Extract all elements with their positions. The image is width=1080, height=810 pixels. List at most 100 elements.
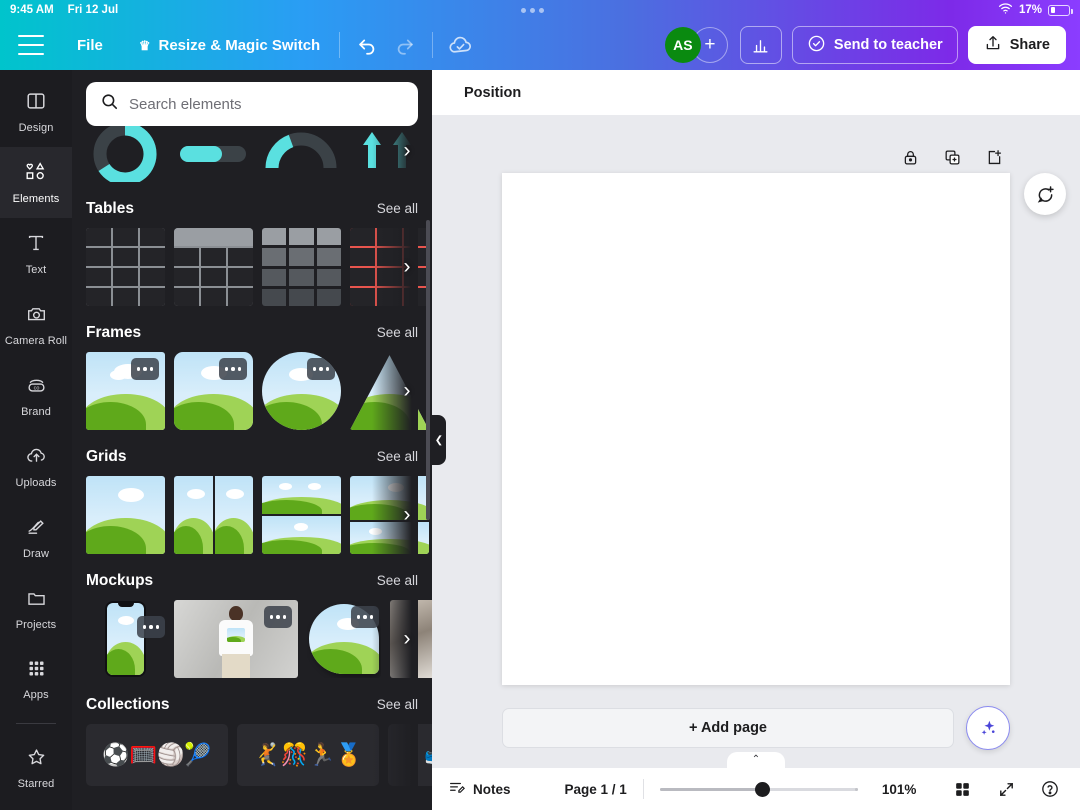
chevron-right-icon[interactable]: › — [394, 626, 420, 652]
sidebar-item-elements[interactable]: Elements — [0, 147, 72, 218]
add-page-row: + Add page — [502, 706, 1010, 750]
duplicate-page-icon[interactable] — [938, 143, 966, 171]
position-button[interactable]: Position — [454, 79, 531, 107]
help-icon[interactable] — [1036, 775, 1064, 803]
sidebar-item-text[interactable]: Text — [0, 218, 72, 289]
avatar[interactable]: AS — [665, 27, 701, 63]
chevron-right-icon[interactable]: › — [394, 254, 420, 280]
table-thumb-header[interactable] — [174, 228, 253, 306]
mockups-row[interactable]: › — [86, 600, 418, 678]
chevron-right-icon[interactable]: › — [394, 138, 418, 164]
mockup-thumb-sticker[interactable] — [307, 600, 381, 678]
see-all-frames[interactable]: See all — [377, 325, 418, 340]
os-status-bar: 9:45 AM Fri 12 Jul 17% — [0, 0, 1080, 20]
sidebar-item-brand[interactable]: co Brand — [0, 360, 72, 431]
add-page-button[interactable]: + Add page — [502, 708, 954, 748]
bar-chart-icon[interactable] — [740, 26, 782, 64]
elements-scroll-area[interactable]: › Tables See all — [72, 70, 432, 810]
collection-thumb-2[interactable]: 🤾🎊🏃🏅 — [237, 724, 379, 786]
search-container — [86, 82, 418, 126]
redo-icon[interactable] — [386, 26, 424, 64]
panel-collapse-button[interactable]: ❮ — [432, 415, 446, 465]
cloud-check-icon[interactable] — [441, 26, 479, 64]
page-tools — [896, 143, 1008, 171]
send-to-teacher-button[interactable]: Send to teacher — [792, 26, 958, 64]
notes-label: Notes — [473, 782, 511, 797]
expand-icon[interactable] — [992, 775, 1020, 803]
context-toolbar: Position — [432, 70, 1080, 115]
magic-sparkle-icon[interactable] — [966, 706, 1010, 750]
zoom-level[interactable]: 101% — [882, 782, 917, 797]
sidebar-item-projects[interactable]: Projects — [0, 573, 72, 644]
collection-thumb-1[interactable]: ⚽🥅🏐🎾 — [86, 724, 228, 786]
sidebar-item-camera-roll[interactable]: Camera Roll — [0, 289, 72, 360]
chevron-right-icon[interactable]: › — [394, 502, 420, 528]
collection-thumb-3[interactable]: 👟 — [388, 724, 432, 786]
zoom-slider-knob[interactable] — [755, 782, 770, 797]
zoom-slider[interactable] — [660, 781, 858, 797]
mockup-options-icon[interactable] — [264, 606, 292, 628]
chart-thumb-gauge[interactable] — [262, 120, 341, 182]
search-input[interactable] — [129, 96, 404, 113]
resize-magic-switch-button[interactable]: ♛ Resize & Magic Switch — [128, 30, 331, 61]
grid-view-icon[interactable] — [948, 775, 976, 803]
collections-row[interactable]: ⚽🥅🏐🎾 🤾🎊🏃🏅 👟 — [86, 724, 418, 786]
grid-dots-icon — [26, 658, 47, 684]
battery-icon — [1048, 5, 1070, 16]
header-divider-2 — [432, 32, 433, 58]
chevron-right-icon[interactable]: › — [394, 378, 420, 404]
frame-options-icon[interactable] — [131, 358, 159, 380]
charts-row[interactable]: › — [86, 120, 418, 182]
see-all-mockups[interactable]: See all — [377, 573, 418, 588]
chart-thumb-bar[interactable] — [174, 120, 253, 182]
battery-percent: 17% — [1019, 4, 1042, 16]
frame-thumb-square[interactable] — [86, 352, 165, 430]
canvas-page[interactable] — [502, 173, 1010, 685]
mockup-options-icon[interactable] — [351, 606, 379, 628]
share-button[interactable]: Share — [968, 26, 1066, 64]
add-page-icon[interactable] — [980, 143, 1008, 171]
hamburger-icon[interactable] — [18, 35, 44, 55]
panel-scrollbar[interactable] — [426, 220, 430, 520]
section-tables: Tables See all › — [72, 186, 432, 306]
see-all-collections[interactable]: See all — [377, 697, 418, 712]
table-thumb-plain[interactable] — [86, 228, 165, 306]
sidebar-label: Camera Roll — [5, 335, 67, 347]
frame-thumb-rounded[interactable] — [174, 352, 253, 430]
canva-editor-window: File ♛ Resize & Magic Switch AS + — [0, 0, 1080, 810]
sidebar-item-draw[interactable]: Draw — [0, 502, 72, 573]
mockup-thumb-phone[interactable] — [86, 600, 165, 678]
grid-thumb-single[interactable] — [86, 476, 165, 554]
notes-button[interactable]: Notes — [448, 779, 511, 800]
mockup-thumb-tshirt[interactable] — [174, 600, 298, 678]
sidebar-item-design[interactable]: Design — [0, 76, 72, 147]
see-all-grids[interactable]: See all — [377, 449, 418, 464]
comment-add-icon[interactable] — [1024, 173, 1066, 215]
sidebar-item-uploads[interactable]: Uploads — [0, 431, 72, 502]
chart-thumb-donut[interactable] — [86, 120, 165, 182]
table-thumb-blocks[interactable] — [262, 228, 341, 306]
grids-row[interactable]: › — [86, 476, 418, 554]
frame-options-icon[interactable] — [219, 358, 247, 380]
file-menu-button[interactable]: File — [66, 30, 114, 61]
grid-thumb-two-row[interactable] — [262, 476, 341, 554]
grid-thumb-two-col[interactable] — [174, 476, 253, 554]
page-indicator[interactable]: Page 1 / 1 — [565, 782, 627, 797]
undo-icon[interactable] — [348, 26, 386, 64]
tables-row[interactable]: › — [86, 228, 418, 306]
search-input-box[interactable] — [86, 82, 418, 126]
section-title: Frames — [86, 324, 141, 342]
editor-area: Position + Add page ⌃ — [432, 70, 1080, 810]
section-grids: Grids See all — [72, 434, 432, 554]
lock-icon[interactable] — [896, 143, 924, 171]
sidebar-item-starred[interactable]: Starred — [0, 732, 72, 803]
pen-icon — [25, 516, 48, 543]
sidebar-item-apps[interactable]: Apps — [0, 644, 72, 715]
frame-thumb-circle[interactable] — [262, 352, 341, 430]
mockup-options-icon[interactable] — [137, 616, 165, 638]
sidebar-label: Projects — [16, 619, 57, 631]
see-all-tables[interactable]: See all — [377, 201, 418, 216]
frame-options-icon[interactable] — [307, 358, 335, 380]
frames-row[interactable]: › — [86, 352, 418, 430]
sidebar-label: Starred — [18, 778, 55, 790]
